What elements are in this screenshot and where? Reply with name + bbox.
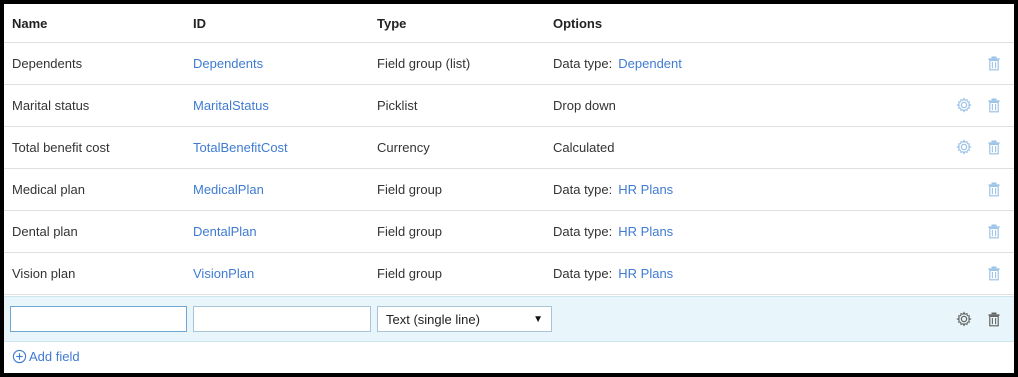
field-options: Data type: HR Plans: [553, 210, 673, 252]
field-options: Data type: Dependent: [553, 42, 682, 84]
gear-icon[interactable]: [956, 139, 972, 155]
option-text: Drop down: [553, 97, 616, 113]
gear-icon[interactable]: [956, 97, 972, 113]
column-header-id: ID: [193, 15, 206, 31]
option-label: Data type:: [553, 181, 613, 197]
data-type-link[interactable]: Dependent: [618, 56, 682, 71]
field-name: Dependents: [12, 55, 83, 71]
field-type: Currency: [377, 139, 430, 155]
data-type-link[interactable]: HR Plans: [618, 266, 673, 281]
field-id-link[interactable]: TotalBenefitCost: [193, 126, 288, 168]
plus-circle-icon: [12, 349, 27, 363]
field-options: Data type: HR Plans: [553, 168, 673, 210]
data-type-link[interactable]: HR Plans: [618, 182, 673, 197]
field-options: Drop down: [553, 84, 616, 126]
table-row: Marital status MaritalStatus Picklist Drop …: [4, 84, 1014, 127]
data-type-link[interactable]: HR Plans: [618, 224, 673, 239]
trash-icon[interactable]: [986, 97, 1002, 113]
table-row: Total benefit cost TotalBenefitCost Curren…: [4, 126, 1014, 169]
option-label: Data type:: [553, 55, 613, 71]
trash-icon[interactable]: [986, 223, 1002, 239]
field-id-link[interactable]: VisionPlan: [193, 252, 254, 294]
new-field-id-input[interactable]: [193, 306, 371, 332]
trash-icon[interactable]: [986, 311, 1002, 327]
column-header-name: Name: [12, 15, 48, 31]
field-id-link[interactable]: MaritalStatus: [193, 84, 269, 126]
trash-icon[interactable]: [986, 265, 1002, 281]
trash-icon[interactable]: [986, 139, 1002, 155]
field-type: Field group: [377, 223, 443, 239]
table-row: Medical plan MedicalPlan Field group Data t…: [4, 168, 1014, 211]
gear-icon[interactable]: [956, 311, 972, 327]
field-name: Marital status: [12, 97, 90, 113]
column-header-options: Options: [553, 15, 603, 31]
table-row: Dependents Dependents Field group (list) Da…: [4, 42, 1014, 85]
option-label: Data type:: [553, 223, 613, 239]
field-type-selected: Text (single line): [386, 311, 480, 327]
new-field-row: Text (single line) ▼: [4, 296, 1014, 342]
table-row: Dental plan DentalPlan Field group Data typ…: [4, 210, 1014, 253]
field-name: Total benefit cost: [12, 139, 110, 155]
field-name: Medical plan: [12, 181, 85, 197]
field-type: Picklist: [377, 97, 418, 113]
field-options: Calculated: [553, 126, 614, 168]
add-field-label: Add field: [29, 348, 80, 364]
add-field-button[interactable]: Add field: [12, 346, 80, 366]
fields-table: Name ID Type Options Dependents Dependent…: [4, 4, 1014, 373]
column-header-type: Type: [377, 15, 407, 31]
table-header: Name ID Type Options: [4, 4, 1014, 43]
option-text: Calculated: [553, 139, 615, 155]
field-type: Field group (list): [377, 55, 471, 71]
field-name: Vision plan: [12, 265, 76, 281]
field-id-link[interactable]: DentalPlan: [193, 210, 257, 252]
field-id-link[interactable]: Dependents: [193, 42, 263, 84]
field-name: Dental plan: [12, 223, 78, 239]
field-type-select[interactable]: Text (single line) ▼: [377, 306, 552, 332]
trash-icon[interactable]: [986, 181, 1002, 197]
table-row: Vision plan VisionPlan Field group Data typ…: [4, 252, 1014, 295]
caret-down-icon: ▼: [533, 313, 543, 325]
new-field-name-input[interactable]: [10, 306, 187, 332]
trash-icon[interactable]: [986, 55, 1002, 71]
field-id-link[interactable]: MedicalPlan: [193, 168, 264, 210]
field-type: Field group: [377, 265, 443, 281]
field-type: Field group: [377, 181, 443, 197]
field-options: Data type: HR Plans: [553, 252, 673, 294]
option-label: Data type:: [553, 265, 613, 281]
